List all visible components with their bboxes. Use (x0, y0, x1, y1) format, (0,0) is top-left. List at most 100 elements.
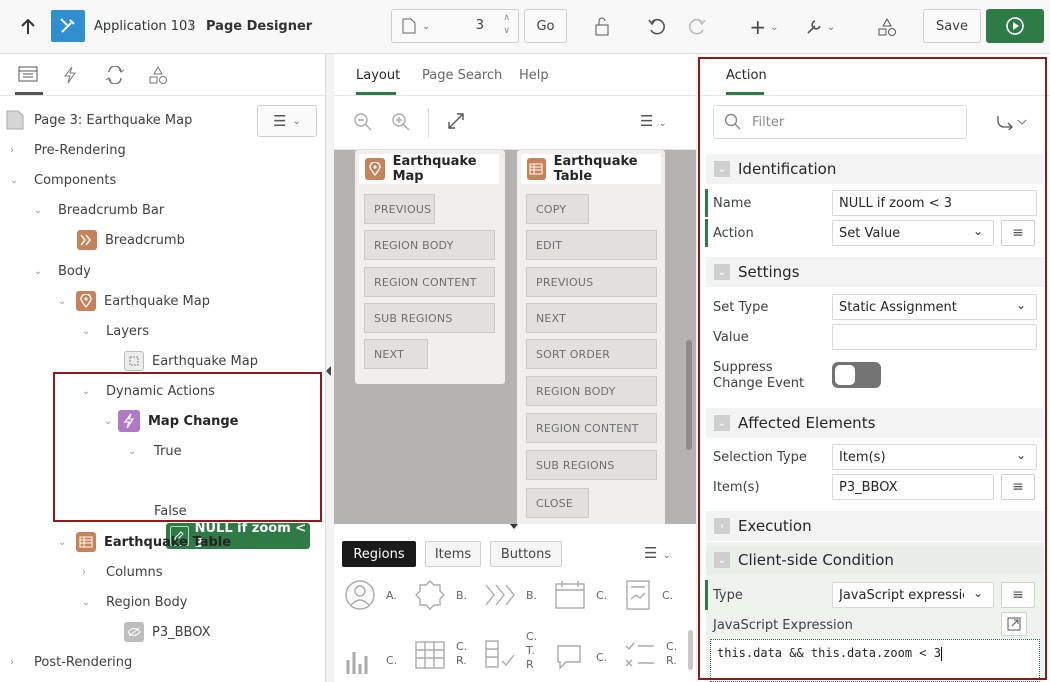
up-arrow-icon[interactable] (14, 12, 42, 42)
map-region-card[interactable]: Earthquake Map PREVIOUS REGION BODY REGI… (355, 150, 505, 384)
breadcrumb-separator: \ (189, 18, 194, 34)
tree-p3-bbox[interactable]: P3_BBOX (124, 617, 211, 647)
gallery-item[interactable]: A. (344, 579, 397, 611)
shared-components-icon[interactable] (873, 12, 901, 42)
table-slot-next[interactable]: NEXT (526, 303, 657, 333)
tree-earthquake-map-region[interactable]: ⌄ Earthquake Map (58, 286, 210, 316)
gallery-label: C. R. (456, 640, 468, 667)
page-selector[interactable]: ⌄ 3 ∧ ∨ (391, 9, 519, 43)
table-slot-sub-regions[interactable]: SUB REGIONS (526, 450, 657, 480)
run-button[interactable] (986, 9, 1044, 43)
breadcrumb-icon (485, 584, 515, 606)
processing-tab-icon[interactable] (105, 66, 125, 84)
page-number-input[interactable]: 3 (476, 18, 484, 33)
checkbox-list-icon (625, 642, 654, 667)
layout-toolbar: ☰ ⌄ (334, 96, 696, 150)
tree-components[interactable]: ⌄ Components (10, 165, 116, 195)
gallery-item[interactable]: C. R. (624, 638, 677, 670)
table-slot-sort-order[interactable]: SORT ORDER (526, 339, 657, 369)
tree-layers[interactable]: ⌄ Layers (82, 316, 149, 346)
tree-body[interactable]: ⌄ Body (34, 256, 91, 286)
canvas-scrollbar[interactable] (686, 340, 692, 450)
tree-breadcrumb-bar[interactable]: ⌄ Breadcrumb Bar (34, 195, 164, 225)
page-node-label: Page 3: Earthquake Map (34, 112, 193, 128)
map-pin-icon (76, 291, 96, 311)
gallery-item[interactable]: C. (554, 642, 607, 672)
tree-columns[interactable]: › Columns (82, 557, 163, 587)
save-button[interactable]: Save (923, 9, 981, 43)
dynamic-actions-tab-icon[interactable] (62, 66, 78, 84)
gallery-item[interactable]: C. R. (414, 638, 467, 670)
tab-help[interactable]: Help (519, 68, 549, 83)
tree-label: Layers (106, 323, 150, 339)
chevron-down-icon: ⌄ (292, 115, 301, 127)
layout-menu-button[interactable]: ☰ ⌄ (640, 112, 667, 130)
map-slot-previous[interactable]: PREVIOUS (364, 194, 435, 224)
calendar-icon (555, 581, 585, 609)
tree-label: Columns (106, 564, 163, 580)
gallery-item[interactable]: B. (484, 579, 537, 611)
gallery-label: C. (596, 588, 608, 602)
utilities-menu-button[interactable]: ⌄ (800, 12, 840, 42)
table-slot-close[interactable]: CLOSE (526, 488, 589, 518)
gallery-tab-regions[interactable]: Regions (342, 541, 416, 567)
zoom-out-icon[interactable] (353, 112, 373, 132)
map-card-title: Earthquake Map (392, 154, 477, 184)
wrench-icon (807, 20, 821, 34)
create-menu-button[interactable]: + ⌄ (744, 12, 784, 42)
map-slot-sub-regions[interactable]: SUB REGIONS (364, 303, 495, 333)
tab-page-search[interactable]: Page Search (422, 68, 502, 83)
tree-breadcrumb[interactable]: Breadcrumb (77, 225, 185, 255)
gallery-item[interactable]: B. (414, 579, 467, 611)
gallery-item[interactable]: C. (344, 644, 397, 676)
rendering-tab-icon[interactable] (18, 66, 40, 86)
gallery-item[interactable]: C. (624, 579, 673, 611)
gallery-menu-button[interactable]: ☰ ⌄ (644, 544, 671, 562)
breadcrumb-app-link[interactable]: Application 103 (94, 19, 196, 34)
map-slot-region-body[interactable]: REGION BODY (364, 230, 495, 260)
map-slot-region-content[interactable]: REGION CONTENT (364, 267, 495, 297)
tree-region-body[interactable]: ⌄ Region Body (82, 587, 187, 617)
highlight-box-left (53, 372, 322, 522)
lock-icon[interactable] (588, 12, 616, 42)
table-slot-copy[interactable]: COPY (526, 194, 589, 224)
gallery-item[interactable]: C. T. R (484, 630, 537, 672)
app-builder-icon[interactable] (51, 10, 85, 42)
table-slot-region-body[interactable]: REGION BODY (526, 376, 657, 406)
table-slot-region-content[interactable]: REGION CONTENT (526, 413, 657, 443)
splitter-handle[interactable] (510, 524, 518, 529)
gallery-item[interactable]: C. (554, 579, 607, 611)
gallery-label: C. (386, 653, 398, 667)
gallery-scrollbar[interactable] (688, 630, 693, 670)
table-slot-edit[interactable]: EDIT (526, 230, 657, 260)
avatar-icon (345, 580, 375, 610)
page-title: Page Designer (206, 19, 313, 34)
table-card-title: Earthquake Table (553, 154, 638, 184)
gallery-label: B. (456, 588, 468, 602)
undo-icon[interactable] (643, 12, 671, 42)
tab-layout[interactable]: Layout (356, 68, 400, 83)
tree-pre-rendering[interactable]: › Pre-Rendering (10, 135, 126, 165)
tree-menu-button[interactable]: ☰ ⌄ (257, 105, 317, 137)
layout-panel: Layout Page Search Help ☰ ⌄ Earthquake Ma… (334, 54, 696, 682)
redo-icon[interactable] (683, 12, 711, 42)
expand-icon[interactable] (447, 112, 465, 130)
gallery-tab-buttons[interactable]: Buttons (490, 541, 562, 567)
table-region-card[interactable]: Earthquake Table COPY EDIT PREVIOUS NEXT… (517, 150, 665, 524)
gallery-tab-items[interactable]: Items (425, 541, 481, 567)
comments-icon (557, 645, 581, 670)
shared-components-tab-icon[interactable] (148, 65, 168, 85)
map-slot-next[interactable]: NEXT (364, 339, 428, 369)
tree-label: Post-Rendering (34, 654, 133, 670)
tree-page-node[interactable]: Page 3: Earthquake Map (6, 105, 192, 135)
hamburger-icon: ☰ (273, 112, 287, 130)
go-button[interactable]: Go (524, 9, 567, 43)
collapse-left-handle[interactable] (326, 366, 331, 376)
page-stepper[interactable]: ∧ ∨ (503, 12, 510, 38)
tree-earthquake-table[interactable]: ⌄ Earthquake Table (58, 527, 231, 557)
tree-post-rendering[interactable]: › Post-Rendering (10, 647, 132, 677)
highlight-box-right (698, 57, 1047, 680)
toolbar-divider (428, 108, 429, 138)
zoom-in-icon[interactable] (391, 112, 411, 132)
table-slot-previous[interactable]: PREVIOUS (526, 267, 657, 297)
